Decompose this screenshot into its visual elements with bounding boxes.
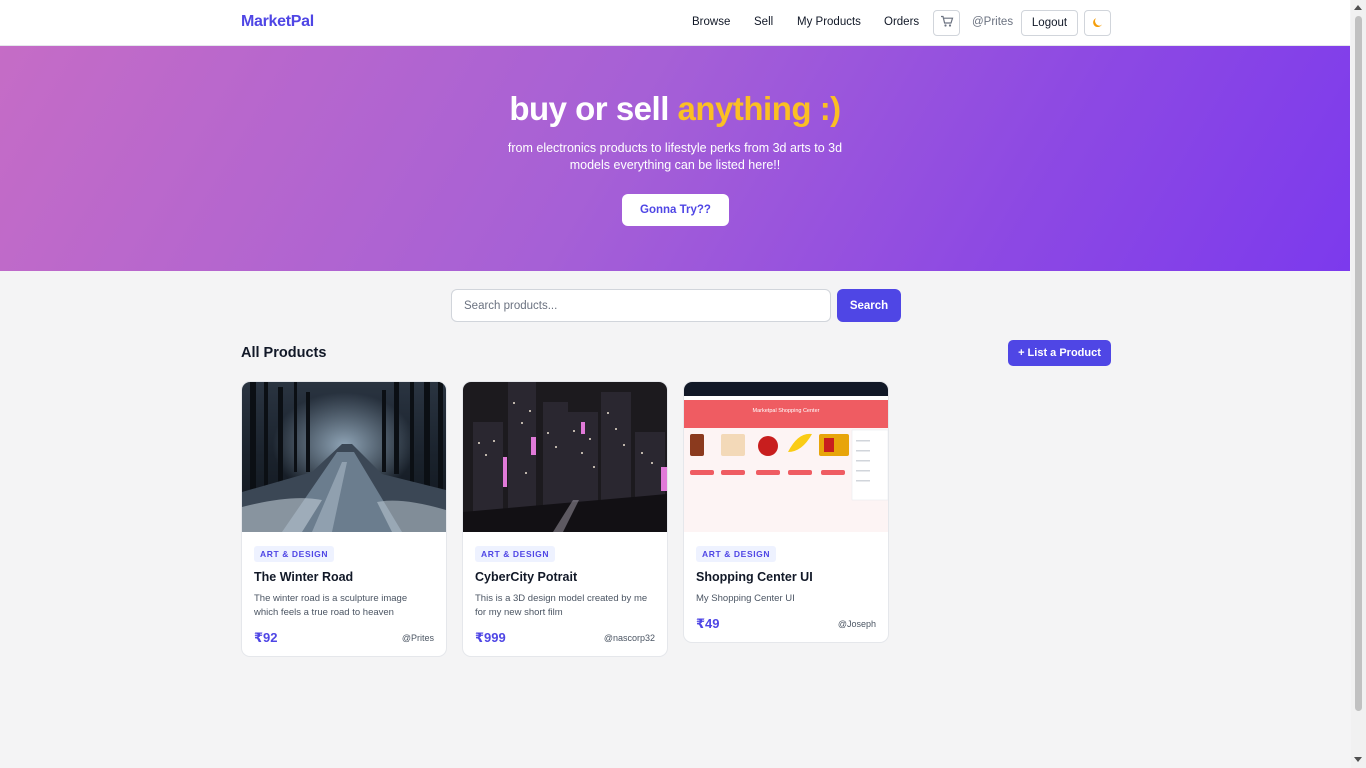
product-price: ₹49 — [696, 616, 720, 631]
username-label: @Prites — [972, 16, 1014, 28]
theme-toggle-button[interactable] — [1084, 10, 1111, 36]
hero-subtitle: from electronics products to lifestyle p… — [507, 141, 843, 172]
product-description: My Shopping Center UI — [696, 593, 795, 604]
brand-logo[interactable]: MarketPal — [241, 13, 314, 31]
search-input[interactable] — [451, 289, 831, 322]
hero-title-accent: anything :) — [677, 90, 842, 127]
nav-my-products-link[interactable]: My Products — [797, 16, 861, 28]
product-image: Marketpal Shopping Center — [684, 382, 888, 532]
category-badge: ART & DESIGN — [475, 546, 556, 562]
scrollbar-thumb[interactable] — [1355, 16, 1362, 711]
seller-name: @nascorp32 — [603, 633, 655, 643]
list-product-button[interactable]: + List a Product — [1008, 340, 1111, 366]
seller-name: @Joseph — [837, 619, 876, 629]
cart-button[interactable] — [933, 10, 960, 36]
hero-title: buy or sell anything :) — [0, 90, 1350, 128]
scroll-down-arrow-icon[interactable] — [1354, 757, 1362, 762]
moon-icon — [1092, 16, 1104, 31]
product-card[interactable]: ART & DESIGN The Winter Road The winter … — [241, 381, 447, 657]
product-card[interactable]: ART & DESIGN CyberCity Potrait This is a… — [462, 381, 668, 657]
nav-orders-link[interactable]: Orders — [884, 16, 919, 28]
product-price: ₹999 — [475, 630, 506, 645]
product-image — [463, 382, 667, 532]
product-image — [242, 382, 446, 532]
thumbnail-title: Marketpal Shopping Center — [753, 408, 820, 414]
section-title: All Products — [241, 345, 327, 361]
product-title[interactable]: CyberCity Potrait — [475, 570, 655, 584]
category-badge: ART & DESIGN — [696, 546, 777, 562]
hero-banner: buy or sell anything :) from electronics… — [0, 46, 1350, 271]
seller-name: @Prites — [401, 633, 434, 643]
shopping-cart-icon — [940, 15, 954, 31]
product-price: ₹92 — [254, 630, 278, 645]
nav-sell-link[interactable]: Sell — [754, 16, 773, 28]
product-description: This is a 3D design model created by me … — [475, 593, 648, 618]
scroll-up-arrow-icon[interactable] — [1354, 5, 1362, 10]
product-title[interactable]: The Winter Road — [254, 570, 434, 584]
nav-browse-link[interactable]: Browse — [692, 16, 730, 28]
logout-button[interactable]: Logout — [1021, 10, 1078, 36]
hero-title-main: buy or sell — [509, 90, 678, 127]
top-navbar: MarketPal Browse Sell My Products Orders… — [0, 0, 1350, 46]
product-title[interactable]: Shopping Center UI — [696, 570, 876, 584]
search-button[interactable]: Search — [837, 289, 901, 322]
product-card[interactable]: Marketpal Shopping Center ART & DESIGN S… — [683, 381, 889, 643]
page-scrollbar[interactable] — [1351, 0, 1366, 768]
product-description: The winter road is a sculpture image whi… — [254, 593, 408, 618]
hero-cta-button[interactable]: Gonna Try?? — [622, 194, 729, 226]
category-badge: ART & DESIGN — [254, 546, 335, 562]
